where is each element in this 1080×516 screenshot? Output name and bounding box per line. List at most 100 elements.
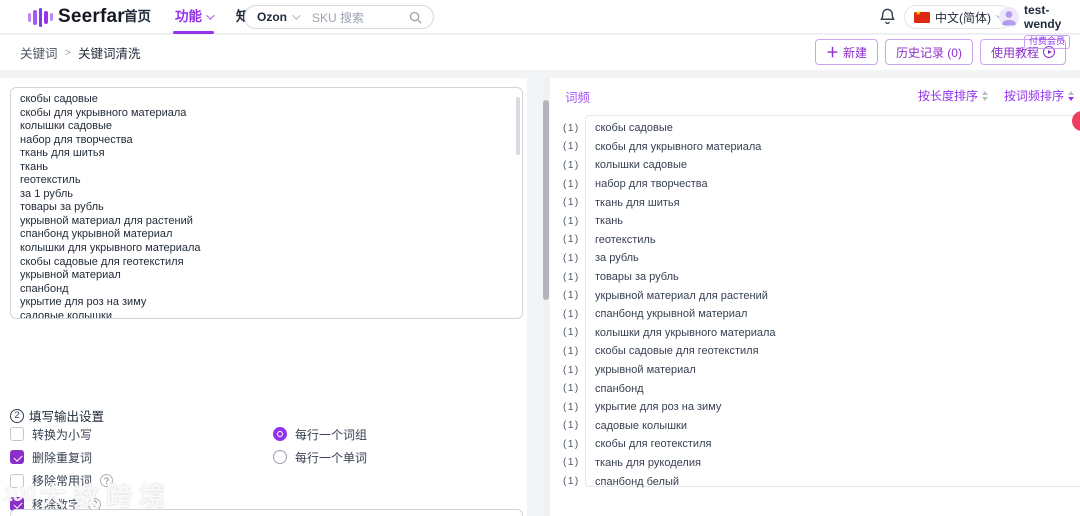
radio-unselected-icon[interactable] — [273, 450, 287, 465]
frequency-keyword: скобы садовые для геотекстиля — [595, 345, 759, 358]
sort-by-length[interactable]: 按长度排序 — [918, 87, 988, 104]
sort-carets-icon — [981, 90, 988, 101]
frequency-row[interactable]: (1) спанбонд белый — [563, 472, 1068, 491]
checkbox-label: 删除重复词 — [32, 450, 93, 465]
output-settings-title: 2 填写输出设置 — [10, 406, 104, 425]
frequency-row[interactable]: (1) ткань — [563, 212, 1068, 231]
radio-option-0[interactable]: 每行一个词组 — [273, 427, 367, 442]
frequency-row[interactable]: (1) укрывной материал для растений — [563, 286, 1068, 305]
keywords-input-wrap: скобы садовые скобы для укрывного матери… — [10, 87, 523, 319]
subheader: 关键词 > 关键词清洗 ＋ 新建 历史记录 (0) 使用教程 — [0, 35, 1080, 70]
frequency-keyword: спанбонд укрывной материал — [595, 308, 748, 321]
output-settings-label: 填写输出设置 — [29, 410, 105, 424]
search-input[interactable]: SKU 搜索 — [312, 9, 408, 26]
brand-logo-icon — [28, 7, 53, 27]
frequency-keyword: укрытие для роз на зиму — [595, 401, 722, 414]
textarea-scrollbar[interactable] — [516, 97, 520, 155]
frequency-keyword: спанбонд — [595, 382, 644, 395]
frequency-keyword: ткань для шитья — [595, 196, 680, 209]
frequency-row[interactable]: (1) геотекстиль — [563, 231, 1068, 250]
frequency-keyword: ткань — [595, 215, 624, 228]
user-avatar[interactable] — [999, 7, 1019, 27]
frequency-count: (1) — [563, 476, 580, 488]
sort-by-frequency-label: 按词频排序 — [1003, 89, 1064, 103]
frequency-list: (1) скобы садовые (1) скобы для укрывного м… — [563, 119, 1068, 491]
checkbox-option-2[interactable]: 移除常用词? — [10, 473, 131, 489]
frequency-row[interactable]: (1) садовые колышки — [563, 417, 1068, 436]
brand-logo[interactable]: Seerfar — [28, 0, 125, 34]
panel-scrollbar-thumb[interactable] — [543, 100, 549, 300]
sort-controls: 按长度排序 按词频排序 — [918, 87, 1074, 104]
chevron-down-icon — [206, 11, 215, 20]
nav-item-0[interactable]: 首页 — [124, 0, 151, 34]
checkbox-options: 转换为小写删除重复词移除常用词?移除数字?移除单个字母词组/单词后加分号移除特殊… — [10, 427, 131, 516]
create-button[interactable]: ＋ 新建 — [814, 39, 878, 65]
history-button[interactable]: 历史记录 (0) — [884, 39, 973, 65]
checkbox-unchecked-icon[interactable] — [10, 427, 24, 441]
person-icon — [1001, 11, 1017, 26]
frequency-keyword: укрывной материал — [595, 364, 696, 377]
frequency-row[interactable]: (1) товары за рубль — [563, 268, 1068, 287]
nav-item-1[interactable]: 功能 — [173, 0, 215, 34]
frequency-row[interactable]: (1) скобы для геотекстиля — [563, 435, 1068, 454]
user-info[interactable]: test-wendy 付费会员 — [1024, 3, 1080, 49]
checkbox-checked-icon[interactable] — [10, 450, 24, 465]
frequency-count: (1) — [563, 364, 580, 376]
frequency-count: (1) — [563, 383, 580, 395]
brand-name: Seerfar — [57, 6, 125, 27]
frequency-keyword: набор для творчества — [595, 178, 708, 191]
checkbox-option-1[interactable]: 删除重复词 — [10, 450, 131, 465]
frequency-count: (1) — [563, 178, 580, 190]
sku-search-box[interactable]: Ozon SKU 搜索 — [244, 5, 434, 29]
keywords-textarea[interactable]: скобы садовые скобы для укрывного матери… — [10, 87, 523, 319]
frequency-row[interactable]: (1) ткань для шитья — [563, 193, 1068, 212]
breadcrumb-parent[interactable]: 关键词 — [20, 43, 58, 62]
frequency-keyword: спанбонд белый — [595, 475, 680, 488]
frequency-count: (1) — [563, 401, 580, 413]
frequency-count: (1) — [563, 290, 580, 302]
frequency-row[interactable]: (1) скобы для укрывного материала — [563, 138, 1068, 157]
frequency-row[interactable]: (1) спанбонд укрывной материал — [563, 305, 1068, 324]
checkbox-label: 转换为小写 — [32, 427, 93, 442]
nav-item-label: 首页 — [124, 9, 151, 24]
search-icon[interactable] — [408, 10, 423, 25]
frequency-keyword: колышки садовые — [595, 159, 687, 172]
help-icon[interactable]: ? — [100, 474, 114, 488]
frequency-row[interactable]: (1) скобы садовые — [563, 119, 1068, 138]
frequency-row[interactable]: (1) скобы садовые для геотекстиля — [563, 342, 1068, 361]
frequency-title: 词频 — [565, 91, 591, 105]
frequency-count: (1) — [563, 327, 580, 339]
checkbox-label: 移除常用词 — [32, 474, 93, 489]
sort-by-length-label: 按长度排序 — [917, 89, 978, 103]
frequency-row[interactable]: (1) колышки для укрывного материала — [563, 324, 1068, 343]
frequency-row[interactable]: (1) укрытие для роз на зиму — [563, 398, 1068, 417]
frequency-keyword: колышки для укрывного материала — [595, 326, 776, 339]
frequency-row[interactable]: (1) укрывной материал — [563, 361, 1068, 380]
language-selector[interactable]: 中文(简体) — [904, 5, 1012, 29]
frequency-row[interactable]: (1) набор для творчества — [563, 175, 1068, 194]
frequency-keyword: товары за рубль — [595, 271, 679, 284]
platform-select-value: Ozon — [257, 10, 287, 24]
membership-badge: 付费会员 — [1024, 34, 1071, 49]
platform-select[interactable]: Ozon — [257, 10, 301, 24]
frequency-row[interactable]: (1) ткань для рукоделия — [563, 454, 1068, 473]
checkbox-option-0[interactable]: 转换为小写 — [10, 427, 131, 442]
sort-by-frequency[interactable]: 按词频排序 — [1004, 87, 1074, 104]
radio-label: 每行一个单词 — [295, 450, 368, 465]
radio-selected-icon[interactable] — [273, 427, 287, 441]
frequency-count: (1) — [563, 308, 580, 320]
frequency-count: (1) — [563, 122, 580, 134]
notification-bell-icon[interactable] — [878, 7, 897, 26]
create-button-label: 新建 — [842, 45, 867, 60]
checkbox-unchecked-icon[interactable] — [10, 473, 24, 488]
frequency-row[interactable]: (1) колышки садовые — [563, 156, 1068, 175]
chevron-down-icon — [292, 11, 301, 20]
frequency-count: (1) — [563, 215, 580, 227]
language-label: 中文(简体) — [935, 10, 991, 25]
frequency-row[interactable]: (1) за рубль — [563, 249, 1068, 268]
plus-icon: ＋ — [825, 44, 839, 60]
username: test-wendy — [1024, 3, 1062, 31]
frequency-row[interactable]: (1) спанбонд — [563, 379, 1068, 398]
word-frequency-panel: 词频 按长度排序 按词频排序 (1) скобы садовые (1) скобы … — [550, 78, 1080, 516]
radio-option-1[interactable]: 每行一个单词 — [273, 450, 368, 465]
